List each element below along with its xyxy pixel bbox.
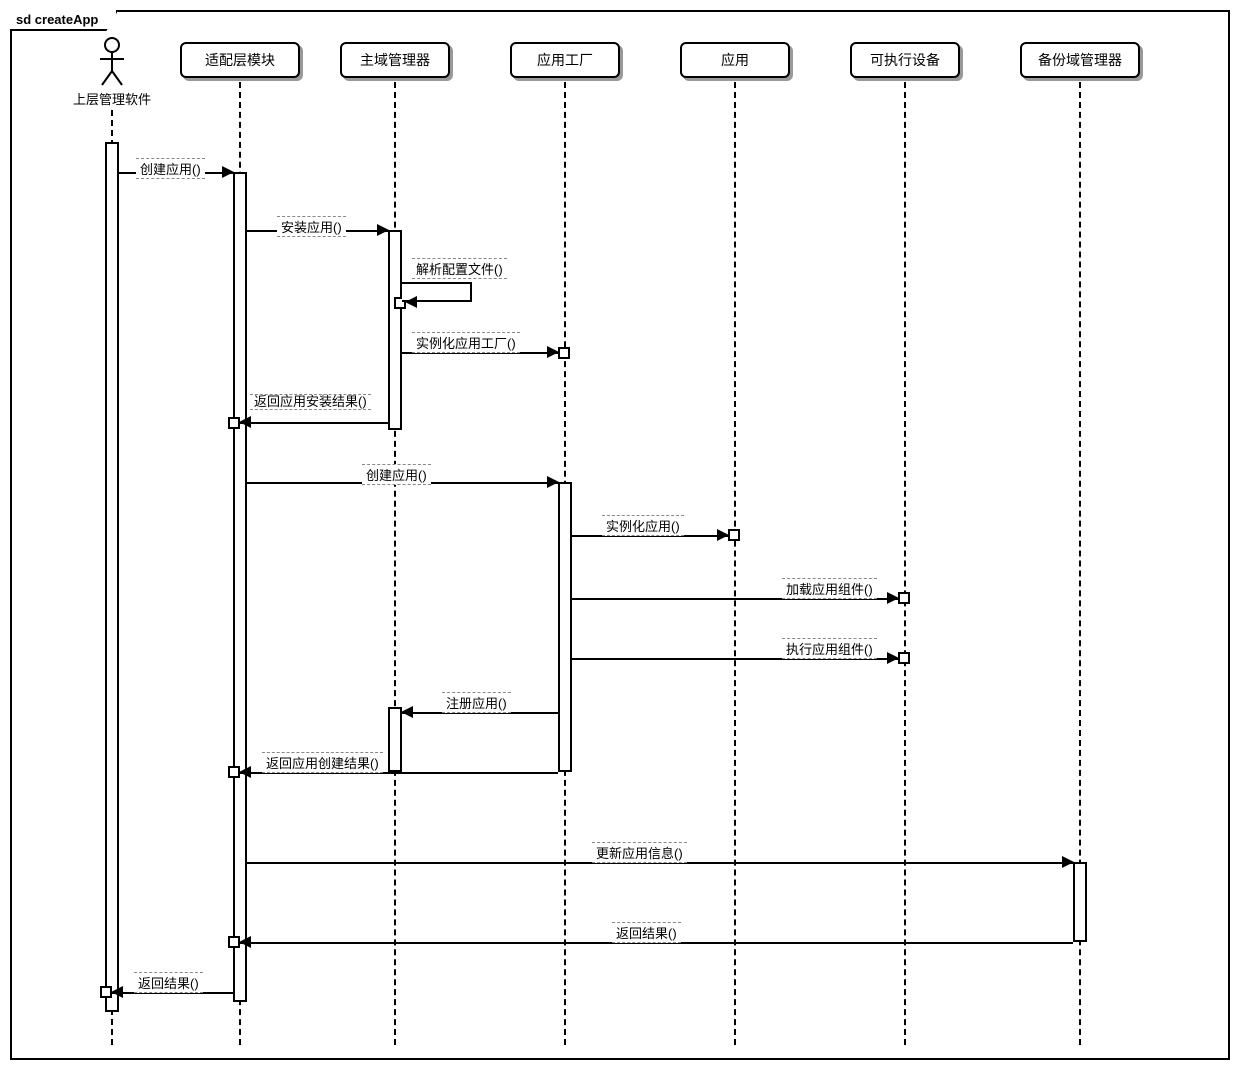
msg-label-m13: 返回结果() [612,922,681,943]
execspec-p4 [728,529,740,541]
participant-p5: 可执行设备 [850,42,960,78]
msg-label-m6: 创建应用() [362,464,431,485]
activation-p6 [1073,862,1087,942]
msg-label-m2: 安装应用() [277,216,346,237]
activation-p3 [558,482,572,772]
activation-actor [105,142,119,1012]
activation-p2-1 [388,230,402,430]
msg-label-m7: 实例化应用() [602,515,684,536]
lifeline-p5 [904,82,906,1045]
participant-p4: 应用 [680,42,790,78]
participant-p2: 主域管理器 [340,42,450,78]
actor-label: 上层管理软件 [67,89,157,108]
execspec-p5-1 [898,592,910,604]
msg-label-m4: 实例化应用工厂() [412,332,520,353]
execspec-p3-inst [558,347,570,359]
msg-label-m12: 更新应用信息() [592,842,687,863]
actor: 上层管理软件 [67,37,157,108]
msg-label-m9: 执行应用组件() [782,638,877,659]
frame-title: sd createApp [10,10,118,31]
msg-label-m10: 注册应用() [442,692,511,713]
participant-p1: 适配层模块 [180,42,300,78]
msg-label-m8: 加载应用组件() [782,578,877,599]
msg-return-install [240,412,388,413]
msg-label-m14: 返回结果() [134,972,203,993]
lifeline-p2 [394,82,396,1045]
msg-label-m5: 返回应用安装结果() [250,394,371,410]
participant-p6: 备份域管理器 [1020,42,1140,78]
msg-label-m1: 创建应用() [136,158,205,179]
activation-p1 [233,172,247,1002]
actor-icon [98,37,126,87]
msg-label-m3: 解析配置文件() [412,258,507,279]
msg-label-m11: 返回应用创建结果() [262,752,383,773]
lifeline-p4 [734,82,736,1045]
participant-p3: 应用工厂 [510,42,620,78]
execspec-p5-2 [898,652,910,664]
msg-self-parse-return [406,292,407,293]
sequence-diagram-frame: sd createApp 上层管理软件 适配层模块 主域管理器 应用工厂 应用 … [10,10,1230,1060]
